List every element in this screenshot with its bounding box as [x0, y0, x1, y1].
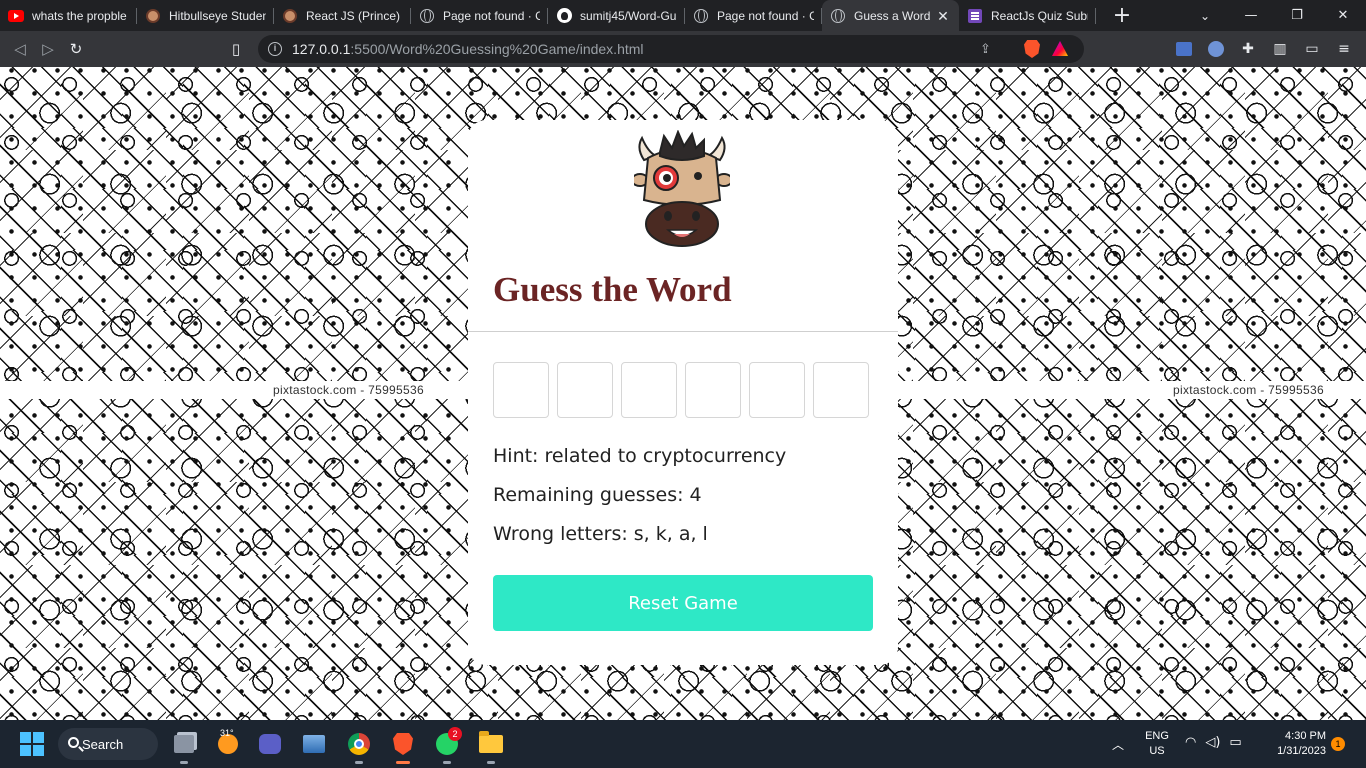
- tab-title: ReactJs Quiz Subm: [991, 8, 1088, 23]
- letter-box-5[interactable]: [749, 362, 805, 418]
- language-line2: US: [1149, 745, 1165, 757]
- letter-box-4[interactable]: [685, 362, 741, 418]
- folder-icon[interactable]: [475, 728, 507, 764]
- reload-icon[interactable]: ↻: [62, 35, 90, 63]
- extension-cursor-icon[interactable]: [1202, 35, 1230, 63]
- clock-time: 4:30 PM: [1285, 730, 1326, 742]
- menu-icon[interactable]: ≡: [1330, 35, 1358, 63]
- search-label: Search: [82, 736, 124, 752]
- tab-react-js-prince[interactable]: React JS (Prince) - Z: [274, 0, 411, 31]
- browser-toolbar: ◁ ▷ ↻ ▯ i 127.0.0.1:5500/Word%20Guessing…: [0, 31, 1366, 67]
- url-host: 127.0.0.1: [292, 41, 351, 57]
- remaining-guesses-line: Remaining guesses: 4: [493, 484, 702, 506]
- watermark-text: pixtastock.com - 75995536: [1173, 383, 1324, 397]
- game-card: Guess the Word Hint: related to cryptocur…: [468, 120, 898, 665]
- window-controls: — ❐ ✕: [1228, 0, 1366, 31]
- close-window-icon[interactable]: ✕: [1320, 0, 1366, 31]
- brave-browser-icon[interactable]: [387, 728, 419, 764]
- tab-page-not-found-2[interactable]: Page not found · G: [685, 0, 822, 31]
- tab-title: Guess a Word: [854, 8, 931, 23]
- tab-whats-the-problem[interactable]: whats the propble: [0, 0, 137, 31]
- tab-guess-a-word[interactable]: Guess a Word ✕: [822, 0, 959, 31]
- letter-box-3[interactable]: [621, 362, 677, 418]
- tab-hitbullseye-student[interactable]: Hitbullseye Student: [137, 0, 274, 31]
- tray-icons[interactable]: ◠ ◁) ▭: [1185, 735, 1242, 750]
- extension-screen-icon[interactable]: [1170, 35, 1198, 63]
- tab-title: sumitj45/Word-Gu: [580, 8, 677, 23]
- battery-icon: ▭: [1229, 735, 1242, 750]
- cow-icon: [282, 8, 298, 24]
- tab-search-chevron-icon[interactable]: ⌄: [1190, 0, 1220, 31]
- letter-box-6[interactable]: [813, 362, 869, 418]
- cow-mascot-icon: [634, 130, 730, 247]
- browser-tab-strip: whats the propble Hitbullseye Student Re…: [0, 0, 1366, 31]
- github-icon: [556, 8, 572, 24]
- notification-badge[interactable]: 1: [1331, 737, 1345, 751]
- remaining-guesses-value: 4: [689, 484, 702, 506]
- minimize-icon[interactable]: —: [1228, 0, 1274, 31]
- page-title: Guess the Word: [493, 270, 732, 309]
- clock-date: 1/31/2023: [1277, 745, 1326, 757]
- language-line1: ENG: [1145, 730, 1169, 742]
- tray-chevron-up-icon[interactable]: ︿: [1112, 736, 1124, 753]
- globe-icon: [419, 8, 435, 24]
- tab-title: Page not found · G: [717, 8, 814, 23]
- site-info-icon[interactable]: i: [268, 42, 282, 56]
- divider: [468, 331, 898, 332]
- tab-page-not-found-1[interactable]: Page not found · G: [411, 0, 548, 31]
- wifi-icon: ◠: [1185, 735, 1197, 750]
- clock[interactable]: 4:30 PM 1/31/2023: [1262, 729, 1326, 759]
- hint-label: Hint:: [493, 445, 539, 467]
- tab-reactjs-quiz[interactable]: ReactJs Quiz Subm: [959, 0, 1096, 31]
- restore-icon[interactable]: ❐: [1274, 0, 1320, 31]
- file-explorer-task-icon[interactable]: [168, 728, 200, 764]
- forward-icon[interactable]: ▷: [34, 35, 62, 63]
- url-path: :5500/Word%20Guessing%20Game/index.html: [350, 41, 644, 57]
- address-bar[interactable]: i 127.0.0.1:5500/Word%20Guessing%20Game/…: [258, 35, 1084, 63]
- hint-line: Hint: related to cryptocurrency: [493, 445, 786, 467]
- photos-icon[interactable]: [298, 728, 330, 760]
- meet-icon[interactable]: [254, 728, 286, 760]
- watermark-text: pixtastock.com - 75995536: [273, 383, 424, 397]
- extension-area: ✚ ▥ ▭ ≡: [1170, 35, 1358, 63]
- hint-value: related to cryptocurrency: [544, 445, 787, 467]
- extensions-puzzle-icon[interactable]: ✚: [1234, 35, 1262, 63]
- wallet-icon[interactable]: ▭: [1298, 35, 1326, 63]
- letter-box-2[interactable]: [557, 362, 613, 418]
- chrome-icon[interactable]: [343, 728, 375, 764]
- tab-title: whats the propble: [32, 8, 127, 23]
- close-tab-icon[interactable]: ✕: [935, 8, 951, 24]
- language-indicator[interactable]: ENG US: [1140, 729, 1174, 759]
- page-viewport: pixtastock.com - 75995536 pixtastock.com…: [0, 67, 1366, 720]
- cow-icon: [145, 8, 161, 24]
- letter-box-1[interactable]: [493, 362, 549, 418]
- bookmark-icon[interactable]: ▯: [222, 35, 250, 63]
- youtube-icon: [8, 8, 24, 24]
- remaining-guesses-label: Remaining guesses:: [493, 484, 684, 506]
- whatsapp-badge: 2: [448, 727, 462, 741]
- globe-icon: [830, 8, 846, 24]
- tab-github-word-guessing[interactable]: sumitj45/Word-Gu: [548, 0, 685, 31]
- search-icon: [68, 737, 79, 748]
- volume-icon: ◁): [1205, 735, 1221, 750]
- letter-boxes: [493, 362, 869, 418]
- tab-title: Page not found · G: [443, 8, 540, 23]
- wrong-letters-label: Wrong letters:: [493, 523, 628, 545]
- globe-icon: [693, 8, 709, 24]
- tab-title: React JS (Prince) - Z: [306, 8, 403, 23]
- brave-shields-icon[interactable]: [1024, 40, 1040, 58]
- wrong-letters-line: Wrong letters: s, k, a, l: [493, 523, 708, 545]
- brave-rewards-icon[interactable]: [1052, 41, 1068, 56]
- reset-game-button[interactable]: Reset Game: [493, 575, 873, 631]
- tab-title: Hitbullseye Student: [169, 8, 266, 23]
- taskbar-search[interactable]: Search: [58, 728, 158, 760]
- share-icon[interactable]: ⇪: [980, 41, 996, 57]
- windows-start-icon[interactable]: [20, 732, 44, 756]
- wrong-letters-value: s, k, a, l: [633, 523, 708, 545]
- sidebar-icon[interactable]: ▥: [1266, 35, 1294, 63]
- forms-icon: [967, 8, 983, 24]
- back-icon[interactable]: ◁: [6, 35, 34, 63]
- new-tab-button[interactable]: +: [1108, 2, 1136, 30]
- weather-temp: 31°: [220, 728, 234, 738]
